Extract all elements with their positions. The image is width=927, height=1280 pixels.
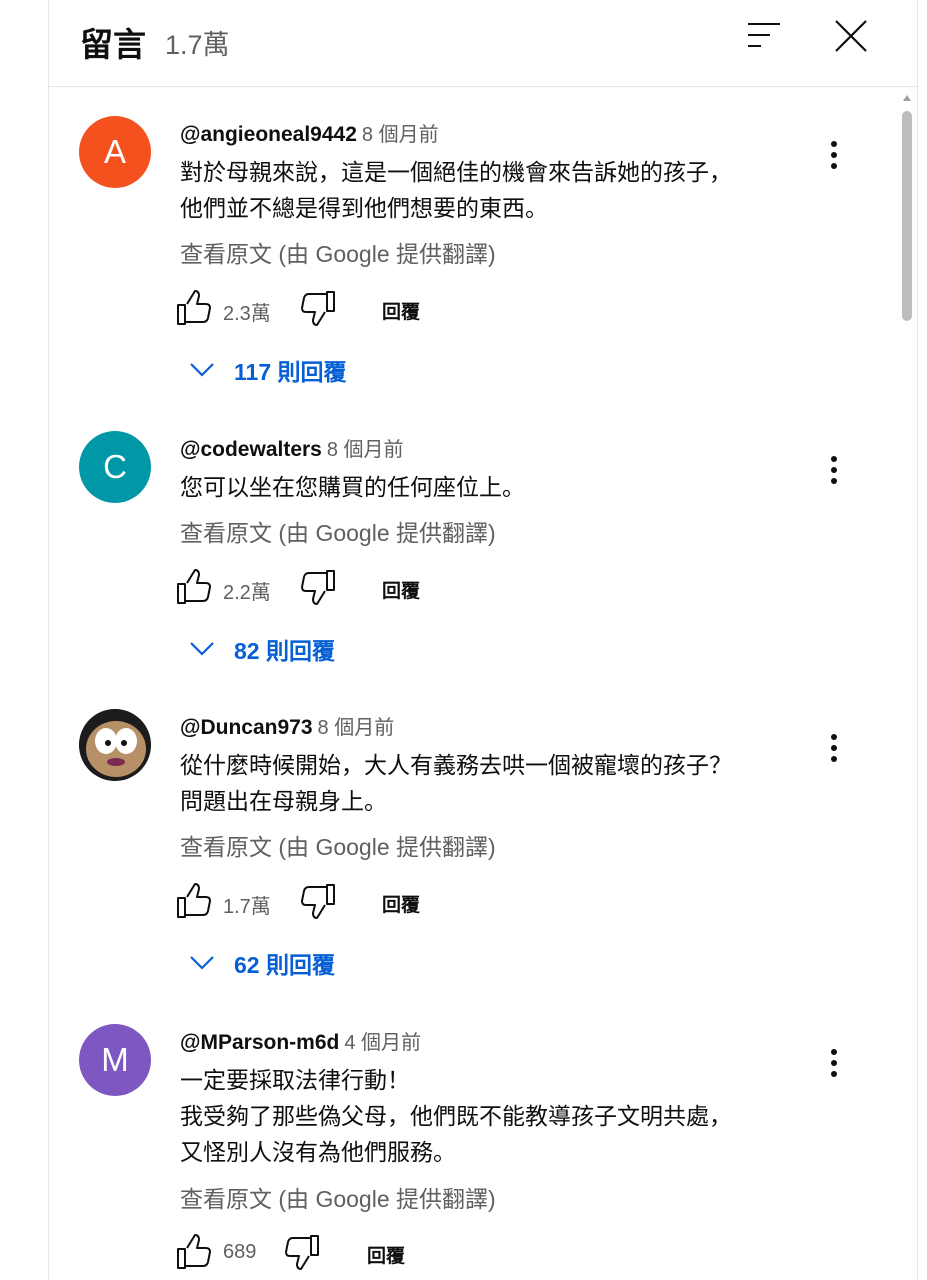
dislike-button[interactable] (299, 568, 337, 606)
thumbs-down-icon (301, 884, 335, 919)
more-actions-button[interactable] (819, 1046, 849, 1082)
comment-text-line: 問題出在母親身上。 (180, 788, 387, 814)
reply-button[interactable]: 回覆 (382, 576, 420, 603)
comment-text-line: 一定要採取法律行動！ (180, 1067, 410, 1093)
chevron-down-icon (190, 642, 214, 656)
comment-text: 您可以坐在您購買的任何座位上。 (180, 469, 820, 505)
sort-button[interactable] (746, 20, 782, 52)
more-vert-icon (831, 456, 837, 484)
avatar-letter: A (103, 133, 126, 170)
thumbs-down-icon (301, 291, 335, 326)
replies-count: 117 則回覆 (234, 359, 347, 385)
more-actions-button[interactable] (819, 138, 849, 174)
like-button[interactable] (175, 882, 213, 920)
comment-text: 從什麼時候開始，大人有義務去哄一個被寵壞的孩子？ 問題出在母親身上。 (180, 747, 820, 819)
comment-time[interactable]: 8 個月前 (327, 439, 404, 461)
comment-time[interactable]: 8 個月前 (362, 124, 439, 146)
reply-button[interactable]: 回覆 (367, 1241, 405, 1268)
thumbs-up-icon (177, 1234, 211, 1269)
thumbs-up-icon (177, 883, 211, 918)
comment-text-line: 又怪別人沒有為他們服務。 (180, 1139, 456, 1165)
thumbs-down-icon (285, 1235, 319, 1270)
comment-time[interactable]: 8 個月前 (318, 717, 395, 739)
comment-text: 對於母親來說，這是一個絕佳的機會來告訴她的孩子， 他們並不總是得到他們想要的東西… (180, 154, 820, 226)
see-original-link[interactable]: 查看原文 (由 Google 提供翻譯) (180, 514, 496, 548)
comment-author[interactable]: @codewalters (180, 438, 322, 461)
comment-author[interactable]: @angieoneal9442 (180, 123, 357, 146)
more-vert-icon (831, 734, 837, 762)
comment-text-line: 從什麼時候開始，大人有義務去哄一個被寵壞的孩子？ (180, 752, 732, 778)
more-vert-icon (831, 1049, 837, 1077)
comments-header: 留言 1.7萬 (49, 0, 917, 87)
comment-author[interactable]: @MParson-m6d (180, 1031, 339, 1054)
comment-meta: @angieoneal9442 8 個月前 (180, 118, 439, 147)
thumbs-down-icon (301, 570, 335, 605)
comment-text: 一定要採取法律行動！ 我受夠了那些偽父母，他們既不能教導孩子文明共處， 又怪別人… (180, 1062, 820, 1170)
replies-count: 62 則回覆 (234, 952, 335, 978)
like-button[interactable] (175, 289, 213, 327)
cartoon-face-avatar-image (79, 709, 151, 781)
replies-count: 82 則回覆 (234, 638, 335, 664)
thumbs-up-icon (177, 290, 211, 325)
see-original-link[interactable]: 查看原文 (由 Google 提供翻譯) (180, 828, 496, 862)
like-count: 2.2萬 (223, 582, 271, 604)
chevron-down-icon (190, 956, 214, 970)
avatar-letter: M (101, 1041, 129, 1078)
like-count: 1.7萬 (223, 896, 271, 918)
close-icon (835, 20, 867, 52)
comments-count: 1.7萬 (165, 30, 230, 60)
chevron-down-icon (190, 363, 214, 377)
scrollbar[interactable] (899, 92, 915, 1280)
see-original-link[interactable]: 查看原文 (由 Google 提供翻譯) (180, 235, 496, 269)
close-button[interactable] (833, 18, 869, 54)
comment-text-line: 您可以坐在您購買的任何座位上。 (180, 474, 525, 500)
more-vert-icon (831, 141, 837, 169)
comment-meta: @Duncan973 8 個月前 (180, 711, 394, 740)
reply-button[interactable]: 回覆 (382, 297, 420, 324)
comment-meta: @MParson-m6d 4 個月前 (180, 1026, 421, 1055)
scroll-up-arrow-icon[interactable] (902, 94, 912, 102)
like-button[interactable] (175, 568, 213, 606)
comment-time[interactable]: 4 個月前 (344, 1032, 421, 1054)
more-actions-button[interactable] (819, 453, 849, 489)
like-count: 2.3萬 (223, 303, 271, 325)
reply-button[interactable]: 回覆 (382, 890, 420, 917)
see-original-link[interactable]: 查看原文 (由 Google 提供翻譯) (180, 1180, 496, 1214)
scrollbar-thumb[interactable] (902, 111, 912, 321)
avatar[interactable]: A (79, 116, 151, 188)
comments-panel: 留言 1.7萬 A @angieoneal9442 8 個月前 對於母親來說，這… (48, 0, 918, 1280)
comment-text-line: 我受夠了那些偽父母，他們既不能教導孩子文明共處， (180, 1103, 732, 1129)
like-button[interactable] (175, 1233, 213, 1271)
thumbs-up-icon (177, 569, 211, 604)
dislike-button[interactable] (283, 1233, 321, 1271)
avatar[interactable]: M (79, 1024, 151, 1096)
comment-text-line: 對於母親來說，這是一個絕佳的機會來告訴她的孩子， (180, 159, 732, 185)
avatar-letter: C (103, 448, 127, 485)
comment-text-line: 他們並不總是得到他們想要的東西。 (180, 195, 548, 221)
dislike-button[interactable] (299, 289, 337, 327)
comment-author[interactable]: @Duncan973 (180, 716, 313, 739)
like-count: 689 (223, 1241, 257, 1263)
sort-icon (748, 23, 780, 47)
avatar[interactable]: C (79, 431, 151, 503)
comment-meta: @codewalters 8 個月前 (180, 433, 404, 462)
dislike-button[interactable] (299, 882, 337, 920)
comments-title: 留言 (80, 26, 146, 63)
avatar[interactable] (79, 709, 151, 781)
more-actions-button[interactable] (819, 731, 849, 767)
